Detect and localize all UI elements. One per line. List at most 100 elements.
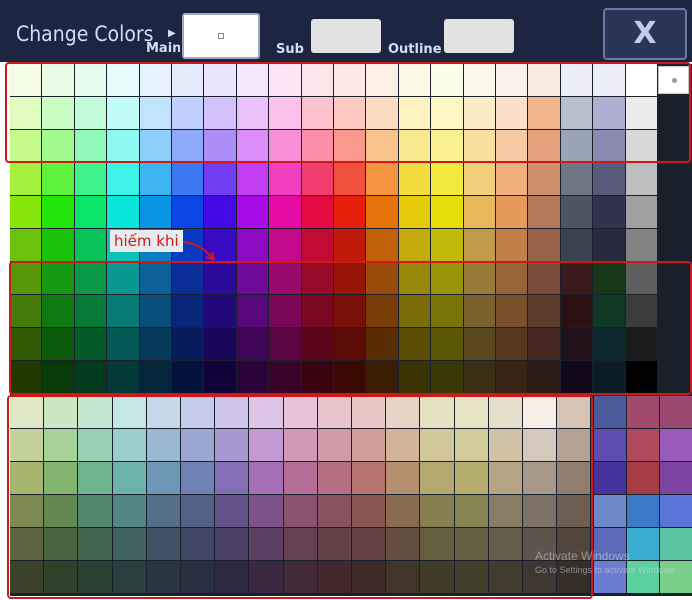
color-swatch[interactable] bbox=[528, 64, 560, 96]
color-swatch[interactable] bbox=[560, 97, 593, 129]
color-swatch[interactable] bbox=[334, 130, 366, 162]
color-swatch[interactable] bbox=[560, 361, 593, 393]
color-swatch[interactable] bbox=[283, 429, 317, 461]
color-swatch[interactable] bbox=[334, 262, 366, 294]
color-swatch[interactable] bbox=[236, 328, 269, 360]
color-swatch[interactable] bbox=[146, 561, 180, 593]
color-swatch[interactable] bbox=[488, 462, 522, 494]
color-swatch[interactable] bbox=[249, 429, 283, 461]
color-swatch[interactable] bbox=[317, 495, 351, 527]
color-swatch[interactable] bbox=[249, 396, 283, 428]
color-swatch[interactable] bbox=[528, 130, 560, 162]
color-swatch[interactable] bbox=[317, 396, 351, 428]
color-swatch[interactable] bbox=[523, 396, 557, 428]
color-swatch[interactable] bbox=[269, 328, 301, 360]
color-swatch[interactable] bbox=[269, 64, 301, 96]
color-swatch[interactable] bbox=[496, 295, 528, 327]
color-swatch[interactable] bbox=[139, 163, 171, 195]
color-swatch[interactable] bbox=[107, 361, 139, 393]
color-swatch[interactable] bbox=[283, 396, 317, 428]
color-swatch[interactable] bbox=[215, 462, 249, 494]
color-swatch[interactable] bbox=[528, 361, 560, 393]
color-swatch[interactable] bbox=[463, 97, 495, 129]
color-swatch[interactable] bbox=[74, 97, 107, 129]
color-swatch[interactable] bbox=[557, 429, 591, 461]
color-swatch[interactable] bbox=[496, 262, 528, 294]
color-swatch[interactable] bbox=[560, 130, 593, 162]
color-swatch[interactable] bbox=[42, 295, 74, 327]
color-swatch[interactable] bbox=[283, 561, 317, 593]
color-swatch[interactable] bbox=[44, 528, 78, 560]
color-swatch[interactable] bbox=[593, 229, 625, 261]
selected-white-swatch[interactable] bbox=[658, 66, 689, 94]
color-swatch[interactable] bbox=[463, 328, 495, 360]
color-swatch[interactable] bbox=[172, 328, 204, 360]
color-swatch[interactable] bbox=[317, 462, 351, 494]
color-swatch[interactable] bbox=[593, 295, 625, 327]
color-swatch[interactable] bbox=[10, 295, 42, 327]
color-swatch[interactable] bbox=[496, 328, 528, 360]
color-swatch[interactable] bbox=[78, 561, 112, 593]
color-swatch[interactable] bbox=[594, 396, 626, 428]
sub-color-swatch[interactable] bbox=[311, 19, 381, 53]
color-swatch[interactable] bbox=[42, 328, 74, 360]
color-swatch[interactable] bbox=[236, 130, 269, 162]
color-swatch[interactable] bbox=[107, 262, 139, 294]
color-swatch[interactable] bbox=[301, 295, 333, 327]
color-swatch[interactable] bbox=[269, 229, 301, 261]
color-swatch[interactable] bbox=[74, 262, 107, 294]
color-swatch[interactable] bbox=[112, 462, 146, 494]
color-swatch[interactable] bbox=[334, 97, 366, 129]
color-swatch[interactable] bbox=[249, 462, 283, 494]
color-swatch[interactable] bbox=[236, 196, 269, 228]
color-swatch[interactable] bbox=[593, 262, 625, 294]
color-swatch[interactable] bbox=[398, 64, 431, 96]
color-swatch[interactable] bbox=[269, 196, 301, 228]
color-swatch[interactable] bbox=[10, 361, 42, 393]
color-swatch[interactable] bbox=[420, 396, 454, 428]
color-swatch[interactable] bbox=[560, 262, 593, 294]
color-swatch[interactable] bbox=[107, 130, 139, 162]
color-swatch[interactable] bbox=[269, 97, 301, 129]
color-swatch[interactable] bbox=[78, 462, 112, 494]
main-color-swatch[interactable] bbox=[182, 13, 260, 59]
color-swatch[interactable] bbox=[107, 328, 139, 360]
color-swatch[interactable] bbox=[488, 528, 522, 560]
color-swatch[interactable] bbox=[366, 361, 398, 393]
color-swatch[interactable] bbox=[78, 396, 112, 428]
color-swatch[interactable] bbox=[463, 196, 495, 228]
color-swatch[interactable] bbox=[660, 495, 692, 527]
color-swatch[interactable] bbox=[557, 495, 591, 527]
color-swatch[interactable] bbox=[181, 429, 215, 461]
color-swatch[interactable] bbox=[627, 495, 659, 527]
color-swatch[interactable] bbox=[496, 130, 528, 162]
color-swatch[interactable] bbox=[454, 429, 488, 461]
color-swatch[interactable] bbox=[301, 229, 333, 261]
color-swatch[interactable] bbox=[204, 361, 236, 393]
color-swatch[interactable] bbox=[560, 196, 593, 228]
color-swatch[interactable] bbox=[463, 361, 495, 393]
color-swatch[interactable] bbox=[139, 64, 171, 96]
color-swatch[interactable] bbox=[215, 495, 249, 527]
color-swatch[interactable] bbox=[44, 462, 78, 494]
color-swatch[interactable] bbox=[10, 196, 42, 228]
color-swatch[interactable] bbox=[454, 462, 488, 494]
color-swatch[interactable] bbox=[10, 561, 44, 593]
color-swatch[interactable] bbox=[593, 163, 625, 195]
color-swatch[interactable] bbox=[10, 495, 44, 527]
color-swatch[interactable] bbox=[301, 262, 333, 294]
color-swatch[interactable] bbox=[352, 396, 386, 428]
color-swatch[interactable] bbox=[146, 462, 180, 494]
color-swatch[interactable] bbox=[386, 462, 420, 494]
color-swatch[interactable] bbox=[74, 295, 107, 327]
color-swatch[interactable] bbox=[204, 328, 236, 360]
color-swatch[interactable] bbox=[107, 295, 139, 327]
color-swatch[interactable] bbox=[74, 361, 107, 393]
color-swatch[interactable] bbox=[625, 163, 657, 195]
color-swatch[interactable] bbox=[334, 328, 366, 360]
color-swatch[interactable] bbox=[420, 462, 454, 494]
color-swatch[interactable] bbox=[172, 64, 204, 96]
color-swatch[interactable] bbox=[398, 295, 431, 327]
color-swatch[interactable] bbox=[10, 64, 42, 96]
color-swatch[interactable] bbox=[74, 64, 107, 96]
